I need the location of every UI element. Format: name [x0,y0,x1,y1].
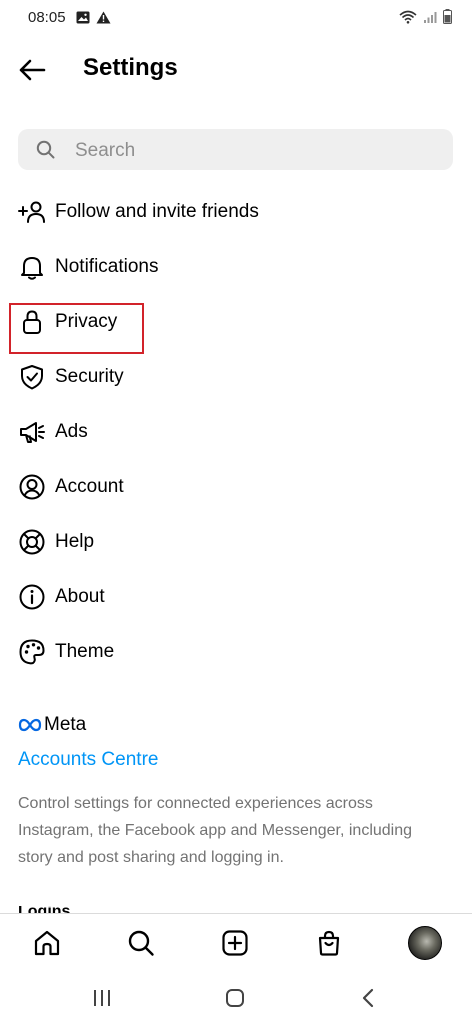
menu-item-label: About [55,586,105,607]
bottom-tab-bar [0,913,472,972]
alert-icon [96,11,111,24]
tab-create[interactable] [219,927,251,959]
accounts-centre-link[interactable]: Accounts Centre [18,749,158,771]
tab-search[interactable] [125,927,157,959]
home-icon [34,930,60,956]
search-bar[interactable] [18,129,453,172]
back-nav-button[interactable] [348,983,388,1013]
megaphone-icon [18,418,46,446]
profile-avatar [408,926,442,960]
recent-apps-button[interactable] [82,983,122,1013]
status-bar: 08:05 [0,0,472,36]
home-nav-button[interactable] [215,983,255,1013]
menu-item-security[interactable]: Security [0,350,472,405]
status-time: 08:05 [28,9,66,26]
menu-item-label: Follow and invite friends [55,201,259,222]
menu-item-label: Notifications [55,256,159,277]
create-icon [222,930,248,956]
menu-item-privacy[interactable]: Privacy [0,295,472,350]
lock-icon [18,308,46,336]
palette-icon [18,638,46,666]
search-input[interactable] [73,129,437,172]
account-circle-icon [18,473,46,501]
page-title: Settings [83,54,178,81]
menu-item-label: Help [55,531,95,552]
settings-menu: Follow and invite friends Notifications … [0,185,472,680]
menu-item-label: Account [55,476,124,497]
menu-item-account[interactable]: Account [0,460,472,515]
battery-icon [443,9,452,24]
menu-item-label: Theme [55,641,115,662]
lifebuoy-icon [18,528,46,556]
menu-item-theme[interactable]: Theme [0,625,472,680]
info-icon [18,583,46,611]
add-person-icon [18,198,46,226]
arrow-left-icon [19,59,46,81]
search-icon [36,140,55,159]
shop-icon [318,930,340,956]
meta-infinity-icon [18,718,42,732]
bell-icon [18,253,46,281]
accounts-centre-description: Control settings for connected experienc… [18,795,413,866]
shield-icon [18,363,46,391]
meta-logo: Meta [18,712,458,738]
gallery-icon [76,11,90,24]
menu-item-follow-invite[interactable]: Follow and invite friends [0,185,472,240]
back-button[interactable] [16,54,48,86]
meta-logo-text: Meta [44,714,87,735]
tab-shop[interactable] [313,927,345,959]
system-nav-bar [0,971,472,1024]
menu-item-label: Security [55,366,124,387]
menu-item-help[interactable]: Help [0,515,472,570]
menu-item-about[interactable]: About [0,570,472,625]
tab-profile[interactable] [407,925,443,961]
recent-apps-icon [94,990,110,1006]
menu-item-ads[interactable]: Ads [0,405,472,460]
search-icon [128,930,154,956]
signal-icon [424,11,437,23]
menu-item-label: Privacy [55,311,118,332]
menu-item-notifications[interactable]: Notifications [0,240,472,295]
home-circle-icon [226,989,244,1007]
header: Settings [0,44,472,96]
back-chevron-icon [362,988,374,1008]
menu-item-label: Ads [55,421,88,442]
wifi-icon [399,10,417,24]
meta-section: Meta Accounts Centre Control settings fo… [18,712,458,866]
tab-home[interactable] [31,927,63,959]
